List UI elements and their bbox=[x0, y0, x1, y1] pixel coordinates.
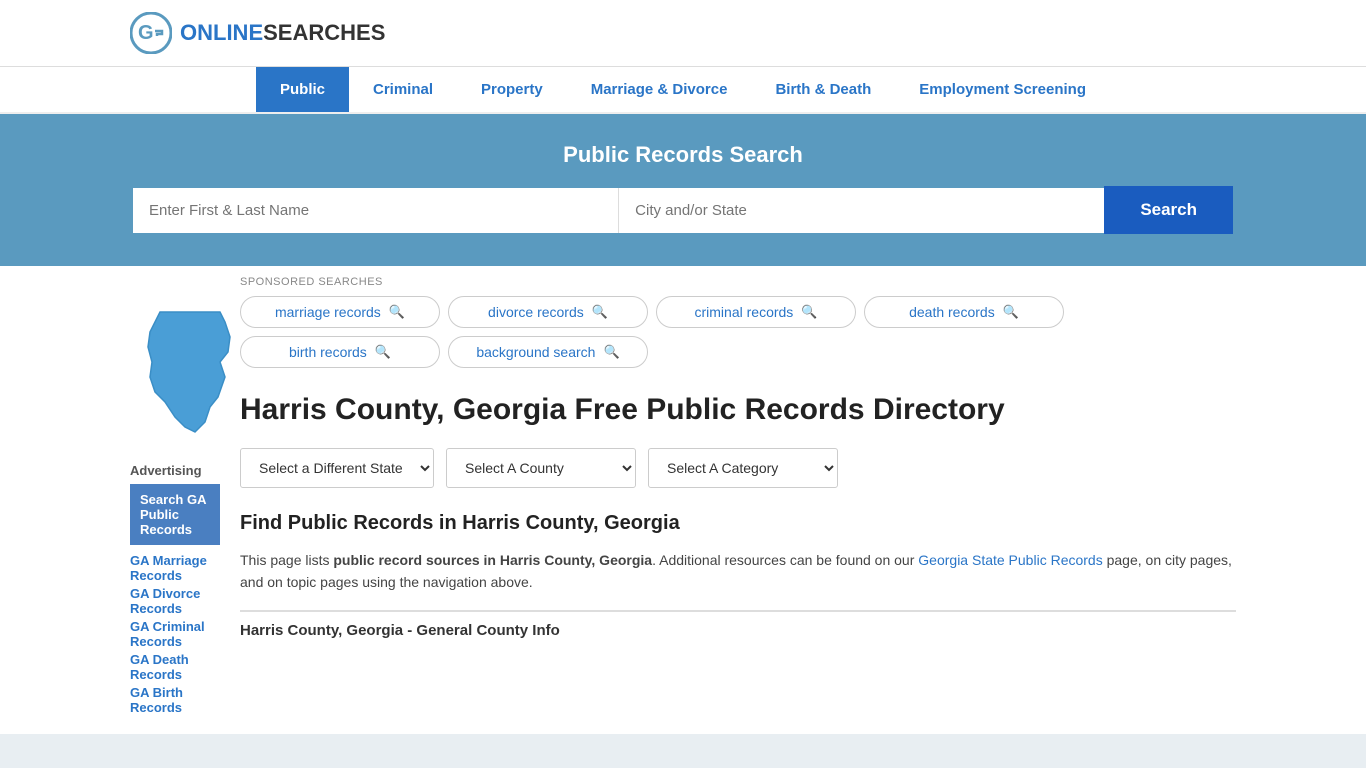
state-dropdown[interactable]: Select a Different State bbox=[240, 448, 434, 488]
tag-criminal-label: criminal records bbox=[695, 304, 794, 320]
logo-text: ONLINESEARCHES bbox=[180, 20, 385, 46]
main-content: SPONSORED SEARCHES marriage records 🔍 di… bbox=[220, 266, 1366, 734]
search-icon-3: 🔍 bbox=[1003, 304, 1019, 320]
tag-marriage-label: marriage records bbox=[275, 304, 381, 320]
main-nav: Public Criminal Property Marriage & Divo… bbox=[0, 67, 1366, 114]
sidebar-link-birth[interactable]: GA Birth Records bbox=[130, 685, 220, 715]
category-dropdown[interactable]: Select A Category bbox=[648, 448, 838, 488]
logo: G ONLINESEARCHES bbox=[130, 12, 385, 54]
tag-birth[interactable]: birth records 🔍 bbox=[240, 336, 440, 368]
county-dropdown[interactable]: Select A County bbox=[446, 448, 636, 488]
find-section: Find Public Records in Harris County, Ge… bbox=[240, 512, 1236, 594]
page-title: Harris County, Georgia Free Public Recor… bbox=[240, 392, 1236, 428]
sidebar-link-marriage[interactable]: GA Marriage Records bbox=[130, 553, 220, 583]
name-input[interactable] bbox=[133, 188, 619, 233]
sidebar-link-death[interactable]: GA Death Records bbox=[130, 652, 220, 682]
search-button[interactable]: Search bbox=[1104, 186, 1233, 234]
search-icon-0: 🔍 bbox=[389, 304, 405, 320]
tag-divorce[interactable]: divorce records 🔍 bbox=[448, 296, 648, 328]
search-tags: marriage records 🔍 divorce records 🔍 cri… bbox=[240, 296, 1236, 368]
georgia-state-link[interactable]: Georgia State Public Records bbox=[918, 552, 1102, 568]
nav-criminal[interactable]: Criminal bbox=[349, 67, 457, 112]
svg-text:G: G bbox=[138, 22, 154, 44]
divider-title: Harris County, Georgia - General County … bbox=[240, 622, 1236, 639]
sidebar-links: GA Marriage Records GA Divorce Records G… bbox=[130, 553, 220, 715]
header: G ONLINESEARCHES bbox=[0, 0, 1366, 67]
search-icon-1: 🔍 bbox=[592, 304, 608, 320]
tag-divorce-label: divorce records bbox=[488, 304, 584, 320]
tag-death[interactable]: death records 🔍 bbox=[864, 296, 1064, 328]
nav-marriage-divorce[interactable]: Marriage & Divorce bbox=[567, 67, 752, 112]
tag-background[interactable]: background search 🔍 bbox=[448, 336, 648, 368]
hero-section: Public Records Search Search bbox=[0, 114, 1366, 266]
find-text-part1: This page lists bbox=[240, 552, 333, 568]
sidebar-link-criminal[interactable]: GA Criminal Records bbox=[130, 619, 220, 649]
state-map bbox=[130, 302, 220, 447]
find-text-part2: . Additional resources can be found on o… bbox=[652, 552, 918, 568]
sidebar: Advertising Search GA Public Records GA … bbox=[0, 266, 220, 734]
dropdowns-row: Select a Different State Select A County… bbox=[240, 448, 1236, 488]
tag-background-label: background search bbox=[476, 344, 595, 360]
search-icon-5: 🔍 bbox=[603, 344, 619, 360]
hero-title: Public Records Search bbox=[130, 142, 1236, 168]
sponsored-label: SPONSORED SEARCHES bbox=[240, 276, 1236, 288]
nav-public[interactable]: Public bbox=[256, 67, 349, 112]
search-icon-4: 🔍 bbox=[375, 344, 391, 360]
location-input[interactable] bbox=[619, 188, 1104, 233]
divider-section: Harris County, Georgia - General County … bbox=[240, 610, 1236, 639]
main-container: Advertising Search GA Public Records GA … bbox=[0, 266, 1366, 734]
nav-birth-death[interactable]: Birth & Death bbox=[751, 67, 895, 112]
search-icon-2: 🔍 bbox=[801, 304, 817, 320]
logo-icon: G bbox=[130, 12, 172, 54]
nav-employment[interactable]: Employment Screening bbox=[895, 67, 1110, 112]
find-text-bold: public record sources in Harris County, … bbox=[333, 552, 652, 568]
tag-criminal[interactable]: criminal records 🔍 bbox=[656, 296, 856, 328]
find-title: Find Public Records in Harris County, Ge… bbox=[240, 512, 1236, 535]
search-bar: Search bbox=[133, 186, 1233, 234]
sidebar-link-divorce[interactable]: GA Divorce Records bbox=[130, 586, 220, 616]
tag-birth-label: birth records bbox=[289, 344, 367, 360]
find-text: This page lists public record sources in… bbox=[240, 549, 1236, 594]
tag-death-label: death records bbox=[909, 304, 995, 320]
tag-marriage[interactable]: marriage records 🔍 bbox=[240, 296, 440, 328]
sidebar-ad-box[interactable]: Search GA Public Records bbox=[130, 484, 220, 545]
sidebar-ad-title: Advertising bbox=[130, 463, 220, 478]
nav-property[interactable]: Property bbox=[457, 67, 567, 112]
